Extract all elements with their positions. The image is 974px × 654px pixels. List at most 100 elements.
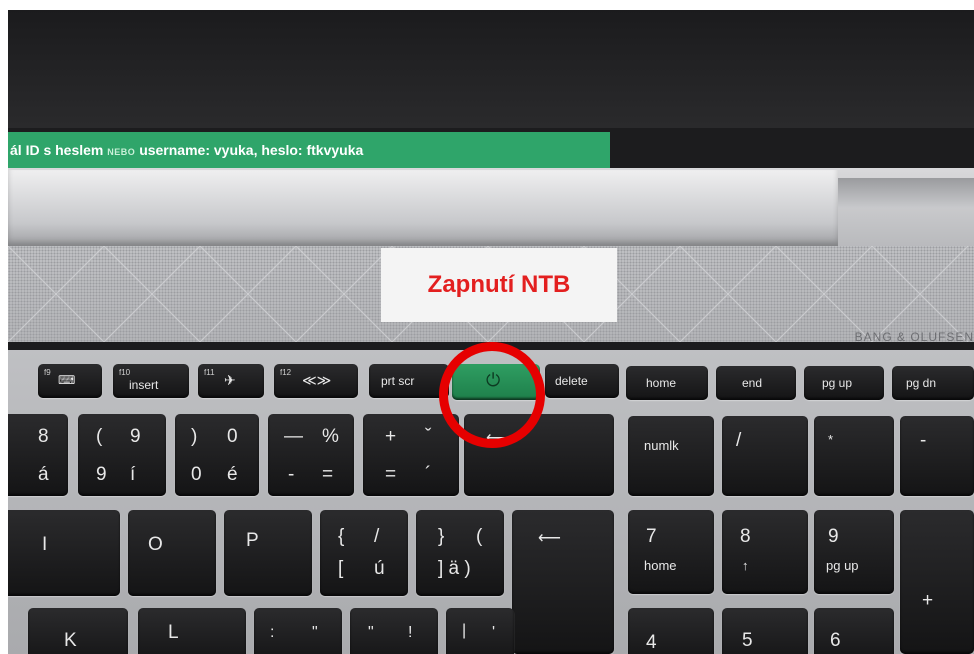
minus-bottom-l: - — [288, 464, 295, 485]
i-label: I — [42, 534, 48, 555]
key-end[interactable]: end — [716, 366, 796, 400]
key-semicolon[interactable]: : " — [254, 608, 342, 654]
key-num6[interactable]: 6 — [814, 608, 894, 654]
delete-label: delete — [555, 374, 588, 388]
insert-label: insert — [129, 378, 159, 392]
num-star-label: * — [828, 432, 834, 447]
plus-bottom-r: ´ — [425, 464, 432, 485]
key-num8[interactable]: 8 ↑ — [722, 510, 808, 594]
k9-bottom-l: 9 — [96, 464, 107, 485]
num7-sub: home — [644, 558, 677, 573]
k0-top-r: 0 — [227, 426, 238, 447]
num7-label: 7 — [646, 526, 657, 547]
pg-up-label: pg up — [822, 376, 853, 390]
p-label: P — [246, 530, 259, 551]
bl-bottom-r: ú — [374, 558, 385, 579]
key-quote[interactable]: " ! — [350, 608, 438, 654]
key-bracket-left[interactable]: { / [ ú — [320, 510, 408, 596]
backslash-top-l: | — [462, 622, 467, 639]
key-f9[interactable]: f9 ⌨ — [38, 364, 102, 398]
key-prt-scr[interactable]: prt scr — [369, 364, 449, 398]
minus-bottom-r: = — [322, 464, 334, 485]
key-0[interactable]: ) 0 0 é — [175, 414, 259, 496]
screen-login-banner: ál ID s heslem NEBO username: vyuka, hes… — [8, 132, 610, 168]
semicolon-top-l: : — [270, 624, 275, 641]
key-home[interactable]: home — [626, 366, 708, 400]
key-num4[interactable]: 4 — [628, 608, 714, 654]
num-minus-label: - — [920, 430, 927, 451]
key-num-star[interactable]: * — [814, 416, 894, 496]
banner-text-1: ál ID s heslem — [10, 142, 104, 158]
annotation-label: Zapnutí NTB — [427, 271, 571, 298]
k0-bottom-r: é — [227, 464, 238, 485]
key-pg-dn[interactable]: pg dn — [892, 366, 974, 400]
power-highlight-ring — [439, 342, 545, 448]
k0-bottom-l: 0 — [191, 464, 202, 485]
hinge-end — [838, 178, 974, 208]
key-bracket-right[interactable]: } ( ] ä ) — [416, 510, 504, 596]
key-o[interactable]: O — [128, 510, 216, 596]
f12-label: f12 — [280, 368, 292, 377]
semicolon-top-r: " — [312, 624, 318, 641]
br-top-r: ( — [476, 526, 483, 547]
home-label: home — [646, 376, 677, 390]
k8-bottom: á — [38, 464, 49, 485]
key-f12[interactable]: f12 ≪≫ — [274, 364, 358, 398]
quote-top-l: " — [368, 624, 374, 641]
bl-top-l: { — [338, 526, 345, 547]
prt-scr-label: prt scr — [381, 374, 415, 388]
key-num-plus[interactable]: + — [900, 510, 974, 654]
key-i[interactable]: I — [8, 510, 120, 596]
banner-text-2: username: vyuka, heslo: ftkvyuka — [139, 142, 364, 158]
key-delete[interactable]: delete — [545, 364, 619, 398]
key-f11[interactable]: f11 ✈ — [198, 364, 264, 398]
f11-label: f11 — [204, 368, 215, 377]
key-minus[interactable]: — % - = — [268, 414, 354, 496]
sync-icon: ≪≫ — [302, 372, 332, 388]
key-8[interactable]: 8 á — [8, 414, 68, 496]
k-label: K — [64, 630, 77, 651]
key-backslash[interactable]: | ' — [446, 608, 514, 654]
bl-bottom-l: [ — [338, 558, 344, 579]
quote-top-r: ! — [408, 624, 413, 641]
br-top-l: } — [438, 526, 445, 547]
key-p[interactable]: P — [224, 510, 312, 596]
key-num7[interactable]: 7 home — [628, 510, 714, 594]
key-l[interactable]: L — [138, 608, 246, 654]
banner-nebo: NEBO — [107, 147, 136, 157]
o-label: O — [148, 534, 163, 555]
bl-top-r: / — [374, 526, 380, 547]
backslash-top-r: ' — [492, 624, 496, 641]
num5-label: 5 — [742, 630, 753, 651]
num9-label: 9 — [828, 526, 839, 547]
f10-label: f10 — [119, 368, 131, 377]
key-pg-up[interactable]: pg up — [804, 366, 884, 400]
num9-sub: pg up — [826, 558, 859, 573]
k9-top-r: 9 — [130, 426, 141, 447]
key-9[interactable]: ( 9 9 í — [78, 414, 166, 496]
key-num-slash[interactable]: / — [722, 416, 808, 496]
brand-logo: BANG & OLUFSEN — [854, 330, 974, 344]
key-k[interactable]: K — [28, 608, 128, 654]
keyboard-backlight-icon: ⌨ — [58, 373, 76, 387]
l-label: L — [168, 622, 179, 643]
minus-top-l: — — [284, 426, 303, 447]
br-bottom: ] ä ) — [438, 558, 471, 579]
airplane-icon: ✈ — [224, 372, 236, 388]
key-enter[interactable]: ⟵ — [512, 510, 614, 654]
num6-label: 6 — [830, 630, 841, 651]
num4-label: 4 — [646, 632, 657, 653]
key-numlk[interactable]: numlk — [628, 416, 714, 496]
key-num5[interactable]: 5 — [722, 608, 808, 654]
key-f10[interactable]: f10 insert — [113, 364, 189, 398]
plus-bottom-l: = — [385, 464, 397, 485]
k9-bottom-r: í — [130, 464, 136, 485]
plus-top-l: + — [385, 426, 397, 447]
k8-top: 8 — [38, 426, 49, 447]
end-label: end — [742, 376, 763, 390]
key-num-minus[interactable]: - — [900, 416, 974, 496]
f9-label: f9 — [44, 368, 51, 377]
key-num9[interactable]: 9 pg up — [814, 510, 894, 594]
key-equals[interactable]: + ˇ = ´ — [363, 414, 459, 496]
plus-top-r: ˇ — [425, 426, 432, 447]
